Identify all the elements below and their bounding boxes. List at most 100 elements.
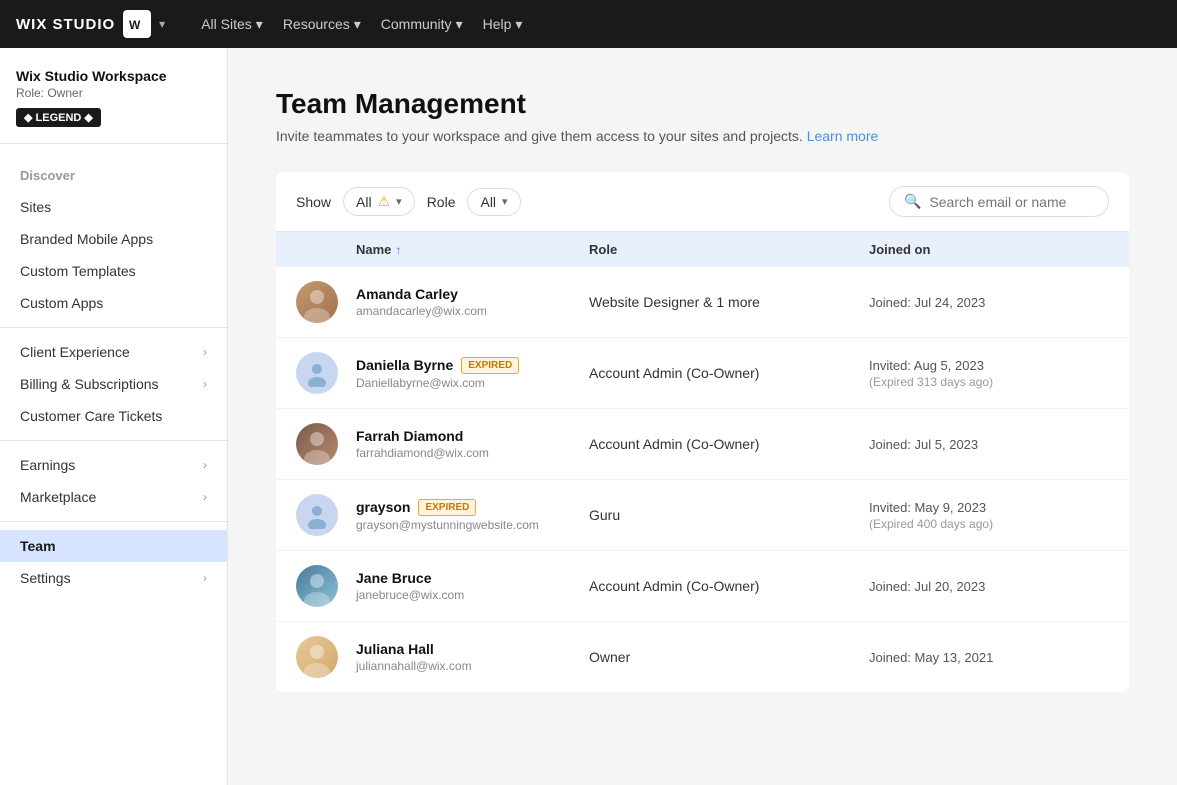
show-filter-dropdown[interactable]: All ⚠ ▾ — [343, 187, 415, 216]
sidebar-item-marketplace[interactable]: Marketplace › — [0, 481, 227, 513]
member-email: juliannahall@wix.com — [356, 659, 589, 673]
search-box[interactable]: 🔍 — [889, 186, 1109, 217]
role-filter-chevron-icon: ▾ — [502, 195, 508, 208]
sidebar-care-tickets-label: Customer Care Tickets — [20, 408, 162, 424]
joined-date: Joined: Jul 20, 2023 — [869, 579, 1109, 594]
sidebar-item-custom-templates[interactable]: Custom Templates — [0, 255, 227, 287]
member-email: amandacarley@wix.com — [356, 304, 589, 318]
member-role: Website Designer & 1 more — [589, 294, 869, 310]
workspace-role: Role: Owner — [16, 86, 211, 100]
expired-date-text: (Expired 400 days ago) — [869, 517, 1109, 531]
help-chevron-icon: ▾ — [515, 16, 522, 33]
sidebar-item-customer-care-tickets[interactable]: Customer Care Tickets — [0, 400, 227, 432]
avatar — [296, 281, 338, 323]
sidebar-item-billing-subscriptions[interactable]: Billing & Subscriptions › — [0, 368, 227, 400]
member-joined: Joined: Jul 5, 2023 — [869, 437, 1109, 452]
workspace-name: Wix Studio Workspace — [16, 68, 211, 84]
sidebar-item-team[interactable]: Team — [0, 530, 227, 562]
avatar — [296, 636, 338, 678]
sort-name-icon: ↑ — [395, 243, 401, 257]
sidebar-settings-label: Settings — [20, 570, 71, 586]
all-sites-chevron-icon: ▾ — [256, 16, 263, 33]
member-name-row: Daniella Byrne EXPIRED — [356, 357, 589, 374]
learn-more-link[interactable]: Learn more — [807, 128, 879, 144]
table-row[interactable]: Jane Bruce janebruce@wix.com Account Adm… — [276, 551, 1129, 622]
member-role: Account Admin (Co-Owner) — [589, 365, 869, 381]
legend-badge: ◆ LEGEND ◆ — [16, 108, 101, 127]
member-role: Owner — [589, 649, 869, 665]
col-joined-header: Joined on — [869, 242, 1109, 257]
member-name-row: Jane Bruce — [356, 570, 589, 586]
member-email: janebruce@wix.com — [356, 588, 589, 602]
member-info: Juliana Hall juliannahall@wix.com — [356, 641, 589, 673]
nav-links: All Sites ▾ Resources ▾ Community ▾ Help… — [201, 16, 522, 33]
member-joined: Joined: Jul 24, 2023 — [869, 295, 1109, 310]
table-row[interactable]: Farrah Diamond farrahdiamond@wix.com Acc… — [276, 409, 1129, 480]
sidebar-discover-label: Discover — [0, 160, 227, 191]
avatar — [296, 423, 338, 465]
member-name: Juliana Hall — [356, 641, 434, 657]
logo-chevron-icon: ▾ — [159, 17, 165, 31]
member-info: grayson EXPIRED grayson@mystunningwebsit… — [356, 499, 589, 532]
member-email: grayson@mystunningwebsite.com — [356, 518, 589, 532]
table-header: Name ↑ Role Joined on — [276, 232, 1129, 267]
main-content: Team Management Invite teammates to your… — [228, 48, 1177, 785]
member-info: Farrah Diamond farrahdiamond@wix.com — [356, 428, 589, 460]
member-name-row: Farrah Diamond — [356, 428, 589, 444]
avatar — [296, 352, 338, 394]
member-avatar-cell — [296, 281, 356, 323]
nav-resources[interactable]: Resources ▾ — [283, 16, 361, 33]
table-row[interactable]: Amanda Carley amandacarley@wix.com Websi… — [276, 267, 1129, 338]
team-table: Name ↑ Role Joined on Amanda Carley — [276, 232, 1129, 692]
role-filter-dropdown[interactable]: All ▾ — [467, 188, 520, 216]
resources-chevron-icon: ▾ — [354, 16, 361, 33]
sidebar-divider-2 — [0, 440, 227, 441]
sidebar-item-custom-apps[interactable]: Custom Apps — [0, 287, 227, 319]
search-input[interactable] — [929, 194, 1094, 210]
page-title: Team Management — [276, 88, 1129, 120]
sidebar-nav: Discover Sites Branded Mobile Apps Custo… — [0, 156, 227, 598]
member-avatar-cell — [296, 636, 356, 678]
billing-chevron-icon: › — [203, 377, 207, 391]
sidebar-team-label: Team — [20, 538, 56, 554]
sidebar-item-branded-mobile-apps[interactable]: Branded Mobile Apps — [0, 223, 227, 255]
logo-badge: W — [123, 10, 151, 38]
nav-community[interactable]: Community ▾ — [381, 16, 463, 33]
joined-date: Invited: Aug 5, 2023 — [869, 358, 1109, 373]
member-role: Guru — [589, 507, 869, 523]
sidebar-custom-templates-label: Custom Templates — [20, 263, 136, 279]
filter-bar: Show All ⚠ ▾ Role All ▾ 🔍 — [276, 172, 1129, 232]
sidebar-branded-label: Branded Mobile Apps — [20, 231, 153, 247]
table-row[interactable]: Juliana Hall juliannahall@wix.com Owner … — [276, 622, 1129, 692]
nav-help[interactable]: Help ▾ — [483, 16, 523, 33]
sidebar-divider-1 — [0, 327, 227, 328]
member-role: Account Admin (Co-Owner) — [589, 578, 869, 594]
table-row[interactable]: grayson EXPIRED grayson@mystunningwebsit… — [276, 480, 1129, 551]
nav-all-sites[interactable]: All Sites ▾ — [201, 16, 263, 33]
col-role-header: Role — [589, 242, 869, 257]
avatar — [296, 494, 338, 536]
joined-date: Joined: Jul 24, 2023 — [869, 295, 1109, 310]
member-info: Jane Bruce janebruce@wix.com — [356, 570, 589, 602]
col-name-header[interactable]: Name ↑ — [356, 242, 589, 257]
member-joined: Joined: Jul 20, 2023 — [869, 579, 1109, 594]
sidebar-billing-label: Billing & Subscriptions — [20, 376, 159, 392]
table-row[interactable]: Daniella Byrne EXPIRED Daniellabyrne@wix… — [276, 338, 1129, 409]
warning-icon: ⚠ — [378, 193, 391, 210]
role-label: Role — [427, 194, 456, 210]
marketplace-chevron-icon: › — [203, 490, 207, 504]
show-label: Show — [296, 194, 331, 210]
member-email: farrahdiamond@wix.com — [356, 446, 589, 460]
show-filter-value: All — [356, 194, 372, 210]
sidebar-item-settings[interactable]: Settings › — [0, 562, 227, 594]
logo[interactable]: WIX STUDIO W ▾ — [16, 10, 165, 38]
main-layout: Wix Studio Workspace Role: Owner ◆ LEGEN… — [0, 48, 1177, 785]
community-chevron-icon: ▾ — [456, 16, 463, 33]
top-nav: WIX STUDIO W ▾ All Sites ▾ Resources ▾ C… — [0, 0, 1177, 48]
sidebar-item-earnings[interactable]: Earnings › — [0, 449, 227, 481]
sidebar-item-sites[interactable]: Sites — [0, 191, 227, 223]
sidebar-item-client-experience[interactable]: Client Experience › — [0, 336, 227, 368]
show-filter-chevron-icon: ▾ — [396, 195, 402, 208]
workspace-info: Wix Studio Workspace Role: Owner ◆ LEGEN… — [0, 68, 227, 144]
member-avatar-cell — [296, 352, 356, 394]
